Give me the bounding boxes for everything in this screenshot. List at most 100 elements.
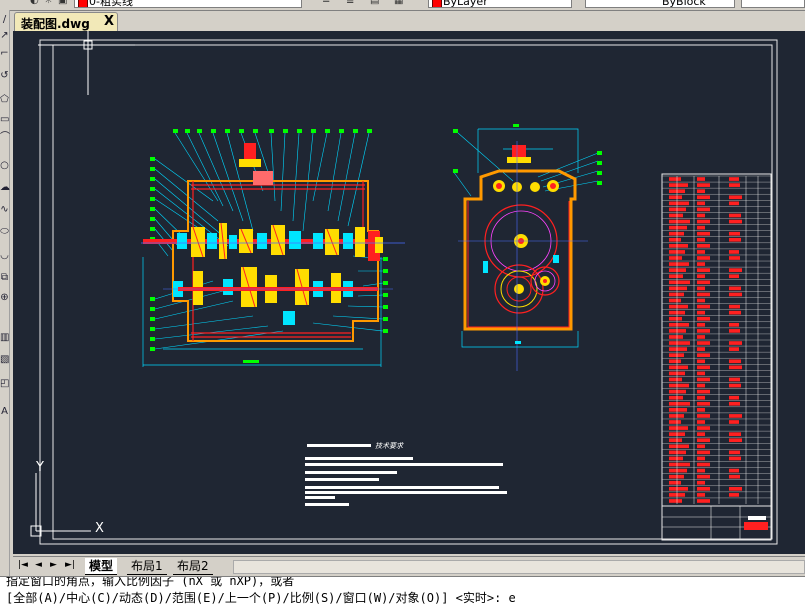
parts-row-name bbox=[669, 292, 684, 297]
layer-dropdown[interactable]: 0-粗实线 bbox=[74, 0, 302, 8]
insert-block-icon[interactable]: ⧉ bbox=[0, 272, 9, 284]
parts-row-code bbox=[697, 414, 710, 418]
parts-row-qty bbox=[729, 377, 740, 382]
parts-row-name bbox=[669, 347, 687, 351]
parts-row-code bbox=[697, 286, 705, 291]
technical-requirements-title: 技术要求 bbox=[375, 442, 404, 450]
linetype-dropdown[interactable]: ByBlock bbox=[585, 0, 735, 8]
parts-row-code bbox=[697, 499, 710, 503]
parts-row-name bbox=[669, 298, 681, 303]
arc-icon[interactable]: ⌒ bbox=[0, 132, 10, 144]
spline-icon[interactable]: ∿ bbox=[0, 204, 9, 216]
parts-row-code bbox=[697, 493, 705, 497]
parts-row-code bbox=[697, 274, 705, 279]
parts-row-name bbox=[669, 195, 682, 200]
rotate-icon[interactable]: ↺ bbox=[0, 70, 9, 82]
nav-first-button[interactable]: |◄ bbox=[18, 560, 28, 570]
revision-cloud-icon[interactable]: ☁ bbox=[0, 182, 10, 194]
ellipse-arc-icon[interactable]: ◡ bbox=[0, 250, 9, 262]
parts-row-code bbox=[697, 207, 710, 212]
parts-row-name bbox=[669, 280, 690, 285]
line-tool-icon[interactable]: / bbox=[0, 14, 9, 26]
text-tool-icon[interactable]: A bbox=[0, 406, 9, 418]
parts-row-name bbox=[669, 177, 681, 181]
gradient-icon[interactable]: ▧ bbox=[0, 354, 9, 366]
parts-row-qty bbox=[729, 365, 742, 370]
parts-row-qty bbox=[729, 420, 739, 424]
parts-row-name bbox=[669, 414, 684, 418]
parts-row-qty bbox=[729, 286, 741, 291]
layer-match-icon[interactable]: ▦ bbox=[394, 0, 404, 6]
parts-row-qty bbox=[729, 237, 741, 242]
parts-row-code bbox=[697, 359, 705, 364]
polyline-icon[interactable]: ⌐ bbox=[0, 48, 9, 60]
parts-row-code bbox=[697, 195, 710, 200]
command-line[interactable]: 指定窗口的角点，输入比例因子 (nX 或 nXP)，或者 [全部(A)/中心(C… bbox=[0, 576, 805, 608]
layer-lock-icon[interactable]: ▣ bbox=[58, 0, 68, 6]
parts-row-name bbox=[669, 456, 683, 461]
circle-icon[interactable]: ○ bbox=[0, 160, 9, 172]
parts-row-name bbox=[669, 304, 688, 309]
parts-row-qty bbox=[729, 213, 741, 218]
side-housing bbox=[463, 169, 577, 331]
horizontal-scrollbar[interactable] bbox=[233, 560, 805, 574]
tab-layout2[interactable]: 布局2 bbox=[173, 558, 213, 575]
nav-next-button[interactable]: ► bbox=[50, 560, 57, 570]
close-icon[interactable]: X bbox=[104, 14, 114, 29]
color-dropdown[interactable]: ByLayer bbox=[428, 0, 572, 8]
parts-row-qty bbox=[729, 329, 740, 333]
parts-row-name bbox=[669, 341, 690, 345]
ucs-y-label: Y bbox=[35, 460, 44, 475]
parts-row-qty bbox=[729, 474, 740, 479]
polygon-icon[interactable]: ⬠ bbox=[0, 94, 9, 106]
tab-model[interactable]: 模型 bbox=[85, 558, 118, 575]
parts-row-name bbox=[669, 389, 686, 394]
dimension-text bbox=[243, 360, 259, 363]
parts-row-qty bbox=[729, 292, 742, 297]
parts-row-code bbox=[697, 468, 705, 473]
layer-bulb-icon[interactable]: ◐ bbox=[30, 0, 40, 6]
construction-line-icon[interactable]: ↗ bbox=[0, 30, 9, 42]
parts-row-qty bbox=[729, 493, 739, 497]
hatch-icon[interactable]: ▥ bbox=[0, 332, 9, 344]
parts-row-code bbox=[697, 256, 710, 260]
layer-dropdown-value: 0-粗实线 bbox=[89, 0, 133, 8]
parts-row-name bbox=[669, 444, 689, 449]
parts-row-name bbox=[669, 474, 684, 479]
parts-row-code bbox=[697, 389, 710, 394]
layer-states-icon[interactable]: ▤ bbox=[370, 0, 380, 6]
nav-last-button[interactable]: ►| bbox=[65, 560, 75, 570]
parts-row-code bbox=[697, 268, 710, 272]
parts-row-name bbox=[669, 237, 681, 242]
ellipse-icon[interactable]: ⬭ bbox=[0, 226, 9, 238]
lineweight-dropdown[interactable] bbox=[741, 0, 805, 8]
region-icon[interactable]: ◰ bbox=[0, 378, 9, 390]
parts-row-name bbox=[669, 353, 684, 358]
side-cyan-bolt bbox=[483, 261, 488, 273]
parts-row-qty bbox=[729, 322, 739, 327]
make-block-icon[interactable]: ⊕ bbox=[0, 292, 9, 304]
nav-prev-button[interactable]: ◄ bbox=[35, 560, 42, 570]
layer-previous-icon[interactable]: ≣ bbox=[346, 0, 356, 6]
layer-manager-icon[interactable]: ≡ bbox=[322, 0, 332, 6]
parts-row-name bbox=[669, 244, 688, 248]
title-block-name bbox=[744, 522, 768, 530]
parts-row-qty bbox=[729, 268, 742, 272]
parts-grid bbox=[662, 175, 771, 504]
side-dimensions bbox=[461, 331, 579, 348]
properties-toolbar: ◐ ☼ ▣ 0-粗实线 ≡ ≣ ▤ ▦ ByLayer ByBlock bbox=[0, 0, 805, 11]
parts-row-qty bbox=[729, 304, 740, 309]
rectangle-icon[interactable]: ▭ bbox=[0, 114, 9, 126]
parts-row-name bbox=[669, 329, 686, 333]
parts-row-code bbox=[697, 213, 705, 218]
model-space-canvas[interactable]: 技术要求 Y X bbox=[13, 31, 805, 554]
right-end-cap bbox=[368, 231, 383, 261]
parts-row-code bbox=[697, 237, 705, 242]
layer-sun-icon[interactable]: ☼ bbox=[44, 0, 54, 6]
tab-layout1[interactable]: 布局1 bbox=[127, 558, 167, 575]
command-prompt[interactable]: [全部(A)/中心(C)/动态(D)/范围(E)/上一个(P)/比例(S)/窗口… bbox=[6, 589, 516, 606]
document-tab[interactable]: 装配图.dwg X bbox=[14, 12, 118, 31]
parts-row-name bbox=[669, 231, 684, 236]
leader-labels-left bbox=[150, 157, 155, 351]
parts-row-qty bbox=[729, 432, 741, 436]
